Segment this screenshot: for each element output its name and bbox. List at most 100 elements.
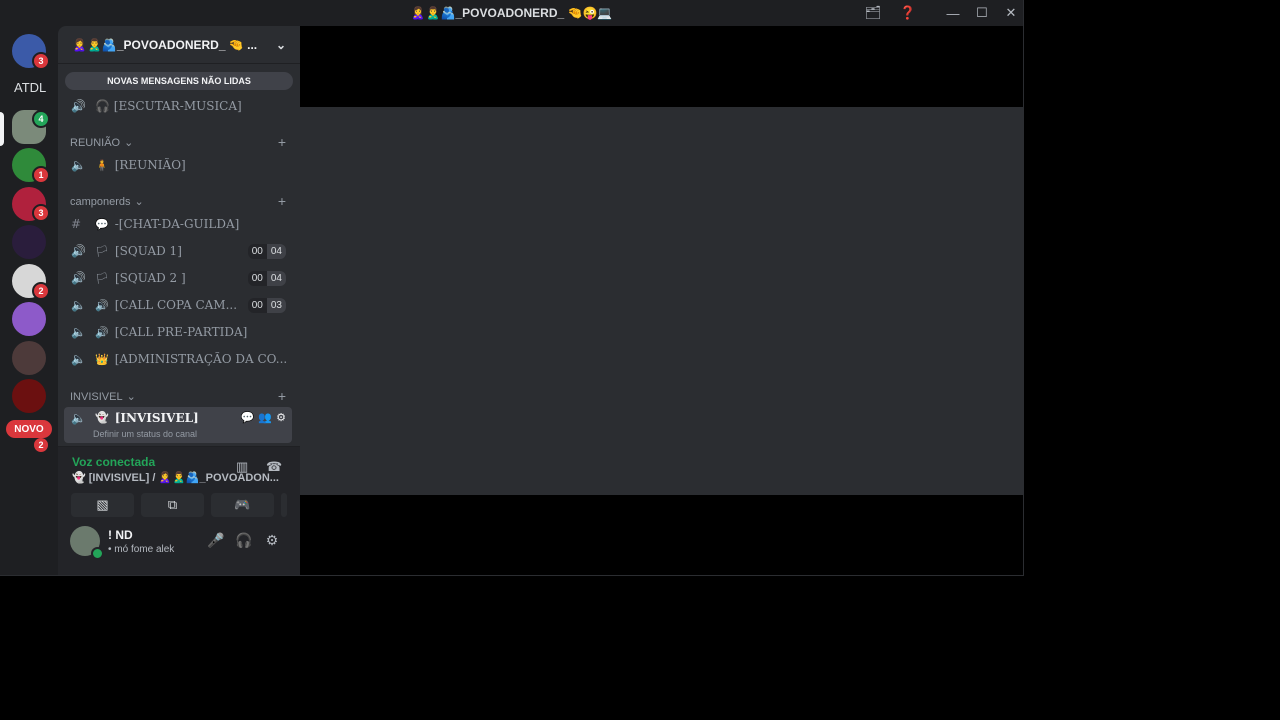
channel-invisivel[interactable]: 🔈 👻 [INVISIVEL] Definir um status do can… bbox=[64, 407, 292, 443]
server-list: 3 ATDL 4 1 3 2 2 NOVO bbox=[0, 26, 58, 575]
new-messages-bar[interactable]: NOVAS MENSAGENS NÃO LIDAS bbox=[65, 72, 293, 90]
speaker-icon: 🔊 bbox=[71, 99, 86, 113]
channel-label: [SQUAD 2 ] bbox=[114, 271, 186, 285]
new-pill[interactable]: NOVO bbox=[6, 420, 52, 438]
category-camponerds[interactable]: camponerds ⌄ bbox=[70, 195, 144, 209]
soundboard-button[interactable] bbox=[281, 493, 287, 517]
speaker-icon: 🔊 bbox=[71, 271, 86, 285]
headphones-icon[interactable]: 🎧 bbox=[234, 532, 254, 549]
channel-call-pre-partida[interactable]: 🔈 🔊 [CALL PRE-PARTIDA] bbox=[64, 320, 292, 344]
channel-sidebar: 🙎‍♀️🙎‍♂️🫂_POVOADONERD_ 🤏 ... ⌄ NOVAS MEN… bbox=[58, 26, 300, 575]
channel-actions: 💬 👥 ⚙ bbox=[241, 411, 286, 424]
count-current: 00 bbox=[247, 297, 267, 313]
channel-administracao[interactable]: 🔈 👑 [ADMINISTRAÇÃO DA CO... bbox=[64, 347, 292, 371]
add-channel-icon[interactable]: + bbox=[278, 388, 286, 404]
server-text-icon[interactable]: ATDL bbox=[14, 80, 46, 95]
invite-icon[interactable]: 👥 bbox=[258, 411, 272, 424]
channel-chat-da-guilda[interactable]: # 💬 -[CHAT-DA-GUILDA] bbox=[64, 212, 292, 236]
user-panel: ! ND • mó fome alek 🎤 🎧 ⚙ bbox=[58, 518, 300, 575]
server-badge: 2 bbox=[32, 282, 50, 300]
screen-share-button[interactable]: ⧉ bbox=[141, 493, 204, 517]
voice-connection-panel: Voz conectada 👻 [INVISIVEL] / 🙎‍♀️🙎‍♂️🫂_… bbox=[58, 446, 300, 519]
speaker-locked-icon: 🔈 bbox=[71, 325, 86, 339]
disconnect-icon[interactable]: ☎ bbox=[266, 459, 282, 475]
user-count-badge: 00 03 bbox=[247, 297, 286, 313]
server-badge: 3 bbox=[32, 52, 50, 70]
username[interactable]: ! ND bbox=[108, 528, 133, 542]
speaker-locked-icon: 🔈 bbox=[71, 158, 86, 172]
minimize-button[interactable]: — bbox=[938, 0, 968, 26]
main-content-top bbox=[300, 26, 1023, 107]
chevron-down-icon: ⌄ bbox=[126, 391, 136, 403]
channel-label: [SQUAD 1] bbox=[114, 244, 182, 258]
microphone-icon[interactable]: 🎤 bbox=[206, 532, 226, 549]
chevron-down-icon: ⌄ bbox=[134, 196, 144, 208]
noise-suppression-icon[interactable]: ▥ bbox=[236, 459, 248, 475]
voice-connected-label[interactable]: Voz conectada bbox=[72, 455, 155, 469]
channel-call-copa[interactable]: 🔈 🔊 [CALL COPA CAM... 00 03 bbox=[64, 293, 292, 317]
inbox-icon[interactable]: 🗂 bbox=[858, 0, 888, 26]
channel-squad-1[interactable]: 🔊 🏳 [SQUAD 1] 00 04 bbox=[64, 239, 292, 263]
category-label: REUNIÃO bbox=[70, 136, 121, 149]
maximize-button[interactable]: ☐ bbox=[967, 0, 997, 26]
count-limit: 04 bbox=[266, 243, 286, 259]
channel-squad-2[interactable]: 🔊 🏳 [SQUAD 2 ] 00 04 bbox=[64, 266, 292, 290]
chevron-down-icon: ⌄ bbox=[124, 137, 134, 149]
server-icon[interactable] bbox=[12, 225, 46, 259]
channel-label: -[CHAT-DA-GUILDA] bbox=[114, 217, 240, 231]
hashtag-icon: # bbox=[71, 217, 82, 231]
ghost-icon: 👻 bbox=[95, 411, 109, 424]
channel-label: [INVISIVEL] bbox=[114, 411, 199, 425]
help-icon[interactable]: ❓ bbox=[893, 0, 923, 26]
channel-label: [ADMINISTRAÇÃO DA CO... bbox=[114, 352, 288, 366]
channel-status-hint[interactable]: Definir um status do canal bbox=[93, 429, 197, 439]
speaker-locked-icon: 🔈 bbox=[71, 411, 86, 425]
custom-status: • mó fome alek bbox=[108, 544, 175, 555]
channel-escutar-musica[interactable]: 🔊 🎧 [ESCUTAR-MUSICA] bbox=[64, 94, 292, 118]
server-badge: 3 bbox=[32, 204, 50, 222]
user-count-badge: 00 04 bbox=[247, 270, 286, 286]
add-channel-icon[interactable]: + bbox=[278, 134, 286, 150]
count-limit: 04 bbox=[266, 270, 286, 286]
flag-icon: 🏳 bbox=[95, 271, 109, 285]
category-invisivel[interactable]: INVISIVEL ⌄ bbox=[70, 390, 136, 404]
online-status-dot bbox=[91, 547, 104, 560]
chat-icon[interactable]: 💬 bbox=[241, 411, 255, 424]
server-name: 🙎‍♀️🙎‍♂️🫂_POVOADONERD_ 🤏 ... bbox=[72, 37, 258, 52]
chevron-down-icon: ⌄ bbox=[275, 38, 286, 52]
server-icon[interactable] bbox=[12, 302, 46, 336]
discord-window: 🙎‍♀️🙎‍♂️🫂_POVOADONERD_ 🤏😜💻 🗂 ❓ — ☐ ✕ 3 A… bbox=[0, 0, 1024, 576]
gear-icon[interactable]: ⚙ bbox=[262, 532, 282, 549]
category-reuniao[interactable]: REUNIÃO ⌄ bbox=[70, 136, 134, 150]
count-current: 00 bbox=[247, 243, 267, 259]
speech-bubble-icon: 💬 bbox=[95, 217, 109, 231]
title-bar: 🙎‍♀️🙎‍♂️🫂_POVOADONERD_ 🤏😜💻 🗂 ❓ — ☐ ✕ bbox=[0, 0, 1023, 26]
channel-reuniao[interactable]: 🔈 🧍 [REUNIÃO] bbox=[64, 153, 292, 177]
category-label: camponerds bbox=[70, 195, 131, 208]
add-channel-icon[interactable]: + bbox=[278, 193, 286, 209]
main-content-bottom bbox=[300, 495, 1023, 575]
server-badge: 2 bbox=[32, 436, 50, 454]
server-badge: 4 bbox=[32, 110, 50, 128]
screen-share-icon: ⧉ bbox=[167, 497, 178, 512]
count-limit: 03 bbox=[266, 297, 286, 313]
gamepad-icon: 🎮 bbox=[234, 497, 251, 512]
channel-label: [REUNIÃO] bbox=[114, 158, 186, 172]
gear-icon[interactable]: ⚙ bbox=[276, 411, 286, 424]
selected-server-indicator bbox=[0, 112, 4, 146]
speaker-locked-icon: 🔈 bbox=[71, 352, 86, 366]
speaker-locked-icon: 🔈 bbox=[71, 298, 86, 312]
server-header[interactable]: 🙎‍♀️🙎‍♂️🫂_POVOADONERD_ 🤏 ... ⌄ bbox=[58, 26, 300, 64]
speaker-icon: 🔊 bbox=[95, 325, 109, 339]
count-current: 00 bbox=[247, 270, 267, 286]
activity-button[interactable]: 🎮 bbox=[211, 493, 274, 517]
speaker-icon: 🔊 bbox=[95, 298, 109, 312]
camera-off-icon: ▧ bbox=[96, 497, 109, 512]
category-label: INVISIVEL bbox=[70, 390, 123, 403]
server-icon[interactable] bbox=[12, 379, 46, 413]
close-button[interactable]: ✕ bbox=[996, 0, 1026, 26]
camera-off-button[interactable]: ▧ bbox=[71, 493, 134, 517]
server-icon[interactable] bbox=[12, 341, 46, 375]
crown-icon: 👑 bbox=[95, 352, 109, 366]
flag-icon: 🏳 bbox=[95, 244, 109, 258]
